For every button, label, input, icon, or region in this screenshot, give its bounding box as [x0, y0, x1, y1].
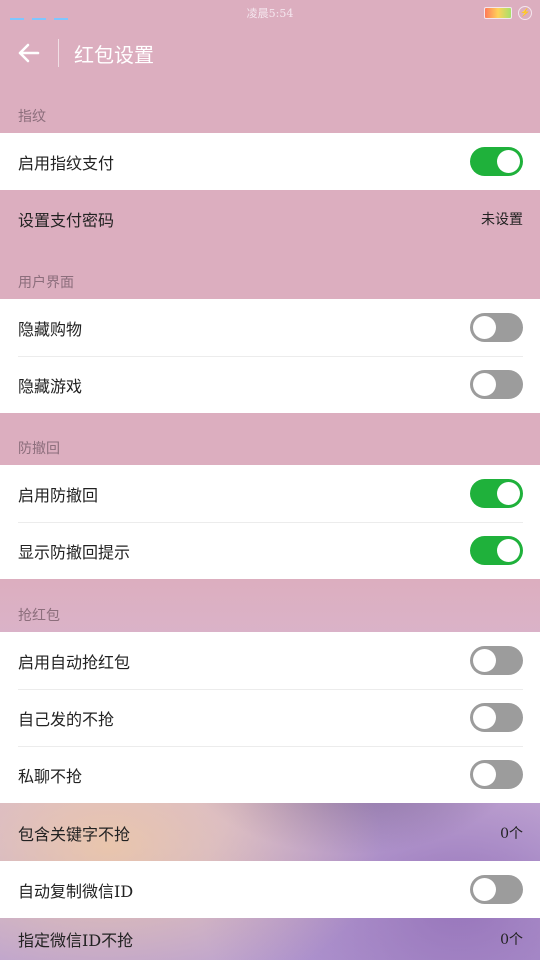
row-enable-anti-recall[interactable]: 启用防撤回	[0, 465, 540, 522]
group-ui: 隐藏购物 隐藏游戏	[0, 299, 540, 413]
row-value: 0个	[500, 825, 523, 842]
row-enable-auto-grab[interactable]: 启用自动抢红包	[0, 632, 540, 689]
wifi-icon	[54, 6, 68, 20]
toggle-switch[interactable]	[470, 875, 523, 904]
arrow-left-icon[interactable]	[0, 26, 58, 80]
toggle-switch[interactable]	[470, 313, 523, 342]
toggle-switch[interactable]	[470, 370, 523, 399]
toggle-knob	[497, 482, 520, 505]
battery-icon	[484, 7, 512, 19]
toggle-switch[interactable]	[470, 479, 523, 508]
toggle-knob	[473, 763, 496, 786]
toggle-switch[interactable]	[470, 536, 523, 565]
row-label: 隐藏游戏	[18, 376, 83, 396]
group-auto-copy: 自动复制微信ID	[0, 861, 540, 918]
row-label: 指定微信ID不抢	[18, 931, 134, 950]
section-label-anti-recall: 防撤回	[18, 441, 60, 457]
row-value: 未设置	[481, 211, 523, 228]
row-label: 自己发的不抢	[18, 709, 115, 729]
row-auto-copy-id[interactable]: 自动复制微信ID	[0, 861, 540, 918]
toggle-switch[interactable]	[470, 646, 523, 675]
group-anti-recall: 启用防撤回 显示防撤回提示	[0, 465, 540, 579]
page-title: 红包设置	[74, 42, 154, 67]
row-specified-id-skip[interactable]: 指定微信ID不抢 0个	[0, 918, 540, 960]
toggle-knob	[473, 878, 496, 901]
row-show-anti-recall-tip[interactable]: 显示防撤回提示	[0, 522, 540, 579]
section-label-fingerprint: 指纹	[18, 109, 46, 125]
toggle-switch[interactable]	[470, 760, 523, 789]
toggle-knob	[497, 539, 520, 562]
toggle-knob	[473, 316, 496, 339]
status-time: 凌晨5:54	[246, 7, 294, 20]
signal-icon	[32, 6, 46, 20]
signal-icons	[10, 6, 68, 20]
toggle-switch[interactable]	[470, 147, 523, 176]
row-label: 启用指纹支付	[18, 153, 115, 173]
row-label: 包含关键字不抢	[18, 824, 131, 844]
group-fingerprint: 启用指纹支付	[0, 133, 540, 190]
status-bar: 凌晨5:54 ⚡	[0, 0, 540, 26]
app-header: 红包设置	[0, 26, 540, 80]
row-enable-fingerprint[interactable]: 启用指纹支付	[0, 133, 540, 190]
row-label: 私聊不抢	[18, 766, 83, 786]
row-label: 隐藏购物	[18, 319, 83, 339]
row-set-password[interactable]: 设置支付密码 未设置	[0, 190, 540, 247]
row-skip-own[interactable]: 自己发的不抢	[0, 689, 540, 746]
row-hide-games[interactable]: 隐藏游戏	[0, 356, 540, 413]
row-label: 显示防撤回提示	[18, 542, 131, 562]
row-label: 自动复制微信ID	[18, 881, 134, 901]
row-hide-shopping[interactable]: 隐藏购物	[0, 299, 540, 356]
toggle-knob	[473, 706, 496, 729]
section-label-red-packet: 抢红包	[18, 608, 60, 624]
row-value: 0个	[500, 932, 523, 948]
signal-icon	[10, 6, 24, 20]
row-keyword-skip[interactable]: 包含关键字不抢 0个	[0, 804, 540, 861]
row-label: 启用自动抢红包	[18, 652, 131, 672]
section-label-ui: 用户界面	[18, 275, 74, 291]
toggle-knob	[473, 649, 496, 672]
row-label: 启用防撤回	[18, 485, 99, 505]
toggle-knob	[473, 373, 496, 396]
row-skip-private[interactable]: 私聊不抢	[0, 746, 540, 803]
group-red-packet: 启用自动抢红包 自己发的不抢 私聊不抢	[0, 632, 540, 803]
toggle-switch[interactable]	[470, 703, 523, 732]
toggle-knob	[497, 150, 520, 173]
header-divider	[58, 39, 59, 67]
back-arrow-svg	[18, 43, 40, 63]
charging-icon: ⚡	[518, 6, 532, 20]
row-label: 设置支付密码	[18, 210, 115, 230]
